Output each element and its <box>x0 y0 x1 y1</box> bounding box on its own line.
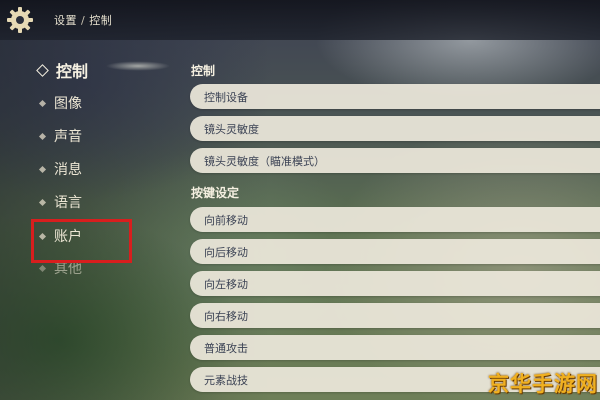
section-title-control: 控制 <box>191 64 216 78</box>
section-title-keybinds: 按键设定 <box>191 186 240 200</box>
diamond-icon <box>38 264 47 272</box>
diamond-icon <box>38 132 47 140</box>
sidebar-item-label: 控制 <box>56 62 89 81</box>
gear-icon[interactable] <box>6 6 34 34</box>
sidebar-item-label: 语言 <box>54 195 82 211</box>
diamond-icon <box>38 99 47 107</box>
keybind-row-move-backward[interactable]: 向后移动 <box>190 239 600 264</box>
setting-row-label: 镜头灵敏度（瞄准模式） <box>204 154 325 168</box>
diamond-icon <box>36 63 49 77</box>
sidebar-item-control[interactable]: 控制 <box>36 58 89 82</box>
keybind-row-normal-attack[interactable]: 普通攻击 <box>190 335 600 360</box>
setting-row-label: 普通攻击 <box>204 341 248 355</box>
setting-row-control-device[interactable]: 控制设备 <box>190 84 600 109</box>
setting-row-label: 控制设备 <box>204 90 248 104</box>
sidebar-item-label: 声音 <box>54 129 82 145</box>
sidebar-item-graphics[interactable]: 图像 <box>38 91 82 115</box>
breadcrumb: 设置 / 控制 <box>54 12 112 28</box>
setting-row-label: 向前移动 <box>204 213 248 227</box>
setting-row-camera-sensitivity[interactable]: 镜头灵敏度 <box>190 116 600 141</box>
sidebar-item-language[interactable]: 语言 <box>38 190 82 214</box>
sidebar-item-label: 消息 <box>54 162 82 178</box>
keybind-row-move-right[interactable]: 向右移动 <box>190 303 600 328</box>
setting-row-label: 向后移动 <box>204 245 248 259</box>
top-bar: 设置 / 控制 <box>0 0 600 40</box>
breadcrumb-separator: / <box>81 14 86 27</box>
sidebar-item-audio[interactable]: 声音 <box>38 124 82 148</box>
sidebar-item-messages[interactable]: 消息 <box>38 157 82 181</box>
setting-row-label: 向左移动 <box>204 277 248 291</box>
settings-screen: 设置 / 控制 控制 图像 声音 消息 语言 账户 其他 控制 控制设备 镜头灵… <box>0 0 600 400</box>
sidebar-item-label: 图像 <box>54 96 82 112</box>
account-highlight-box <box>31 219 132 263</box>
setting-row-label: 向右移动 <box>204 309 248 323</box>
site-watermark: 京华手游网 <box>488 372 598 396</box>
keybind-row-move-forward[interactable]: 向前移动 <box>190 207 600 232</box>
diamond-icon <box>38 165 47 173</box>
setting-row-aim-sensitivity[interactable]: 镜头灵敏度（瞄准模式） <box>190 148 600 173</box>
breadcrumb-root[interactable]: 设置 <box>54 14 77 27</box>
breadcrumb-current: 控制 <box>89 14 113 27</box>
diamond-icon <box>38 198 47 206</box>
setting-row-label: 镜头灵敏度 <box>204 122 259 136</box>
setting-row-label: 元素战技 <box>204 373 248 387</box>
keybind-row-move-left[interactable]: 向左移动 <box>190 271 600 296</box>
active-item-glow <box>98 57 178 75</box>
